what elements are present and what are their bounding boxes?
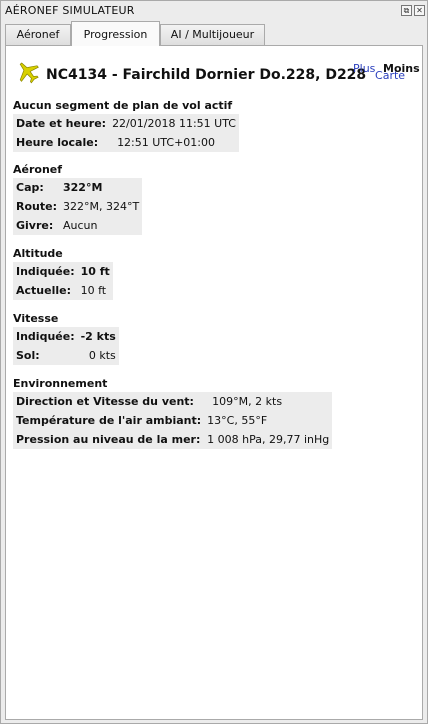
environment-section: Environnement Direction et Vitesse du ve… — [13, 376, 333, 449]
progression-panel: NC4134 - Fairchild Dornier Do.228, D228 … — [5, 45, 423, 720]
aircraft-title: NC4134 - Fairchild Dornier Do.228, D228 — [46, 67, 367, 83]
local-time-value: 12:51 UTC+01:00 — [109, 133, 239, 152]
table-row: Givre: Aucun — [13, 216, 143, 235]
actual-altitude-label: Actuelle: — [13, 281, 78, 300]
aircraft-section-title: Aéronef — [13, 163, 63, 176]
table-row: Température de l'air ambiant: 13°C, 55°F — [13, 411, 333, 430]
route-label: Route: — [13, 197, 60, 216]
window-title: AÉRONEF SIMULATEUR — [5, 4, 135, 17]
tab-progression[interactable]: Progression — [71, 21, 160, 46]
sea-pressure-value: 1 008 hPa, 29,77 inHg — [204, 430, 333, 449]
sea-pressure-label: Pression au niveau de la mer: — [13, 430, 205, 449]
table-row: Date et heure: 22/01/2018 11:51 UTC — [13, 114, 239, 133]
table-row: Indiquée: -2 kts — [13, 327, 119, 346]
plus-link[interactable]: Plus — [353, 62, 375, 75]
table-row: Actuelle: 10 ft — [13, 281, 113, 300]
altitude-title: Altitude — [13, 247, 63, 260]
table-row: Route: 322°M, 324°T — [13, 197, 143, 216]
ground-speed-label: Sol: — [13, 346, 78, 365]
flight-plan-section: Aucun segment de plan de vol actif Date … — [13, 98, 239, 152]
altitude-table: Indiquée: 10 ft Actuelle: 10 ft — [13, 262, 113, 300]
table-row: Heure locale: 12:51 UTC+01:00 — [13, 133, 239, 152]
date-label: Date et heure: — [13, 114, 110, 133]
table-row: Indiquée: 10 ft — [13, 262, 113, 281]
close-icon[interactable]: ✕ — [414, 5, 425, 16]
table-row: Pression au niveau de la mer: 1 008 hPa,… — [13, 430, 333, 449]
route-value: 322°M, 324°T — [59, 197, 143, 216]
heading-value: 322°M — [59, 178, 143, 197]
speed-table: Indiquée: -2 kts Sol: 0 kts — [13, 327, 119, 365]
indicated-speed-label: Indiquée: — [13, 327, 78, 346]
local-time-label: Heure locale: — [13, 133, 110, 152]
indicated-altitude-label: Indiquée: — [13, 262, 78, 281]
moins-label[interactable]: Moins — [383, 62, 420, 75]
environment-title: Environnement — [13, 377, 108, 390]
table-row: Sol: 0 kts — [13, 346, 119, 365]
icing-value: Aucun — [59, 216, 143, 235]
time-table: Date et heure: 22/01/2018 11:51 UTC Heur… — [13, 114, 239, 152]
heading-label: Cap: — [13, 178, 60, 197]
indicated-speed-value: -2 kts — [77, 327, 119, 346]
tab-aeronef[interactable]: Aéronef — [5, 24, 71, 45]
actual-altitude-value: 10 ft — [77, 281, 113, 300]
speed-title: Vitesse — [13, 312, 59, 325]
title-bar: AÉRONEF SIMULATEUR ⧉ ✕ — [1, 1, 427, 19]
flight-plan-title: Aucun segment de plan de vol actif — [13, 99, 233, 112]
ground-speed-value: 0 kts — [77, 346, 119, 365]
table-row: Direction et Vitesse du vent: 109°M, 2 k… — [13, 392, 333, 411]
aircraft-table: Cap: 322°M Route: 322°M, 324°T Givre: Au… — [13, 178, 143, 235]
progression-content: NC4134 - Fairchild Dornier Do.228, D228 … — [6, 46, 422, 719]
icing-label: Givre: — [13, 216, 60, 235]
table-row: Cap: 322°M — [13, 178, 143, 197]
altitude-section: Altitude Indiquée: 10 ft Actuelle: 10 ft — [13, 246, 113, 300]
date-value: 22/01/2018 11:51 UTC — [109, 114, 239, 133]
aircraft-header: NC4134 - Fairchild Dornier Do.228, D228 … — [16, 58, 420, 88]
tab-ai-multijoueur[interactable]: AI / Multijoueur — [160, 24, 265, 45]
airplane-icon — [19, 62, 39, 84]
air-temperature-label: Température de l'air ambiant: — [13, 411, 205, 430]
tab-bar: Aéronef Progression AI / Multijoueur — [5, 21, 425, 46]
float-window-icon[interactable]: ⧉ — [401, 5, 412, 16]
air-temperature-value: 13°C, 55°F — [204, 411, 333, 430]
aircraft-section: Aéronef Cap: 322°M Route: 322°M, 324°T G… — [13, 162, 143, 235]
simulator-window: AÉRONEF SIMULATEUR ⧉ ✕ Aéronef Progressi… — [0, 0, 428, 724]
speed-section: Vitesse Indiquée: -2 kts Sol: 0 kts — [13, 311, 119, 365]
wind-value: 109°M, 2 kts — [204, 392, 333, 411]
indicated-altitude-value: 10 ft — [77, 262, 113, 281]
environment-table: Direction et Vitesse du vent: 109°M, 2 k… — [13, 392, 333, 449]
wind-label: Direction et Vitesse du vent: — [13, 392, 205, 411]
